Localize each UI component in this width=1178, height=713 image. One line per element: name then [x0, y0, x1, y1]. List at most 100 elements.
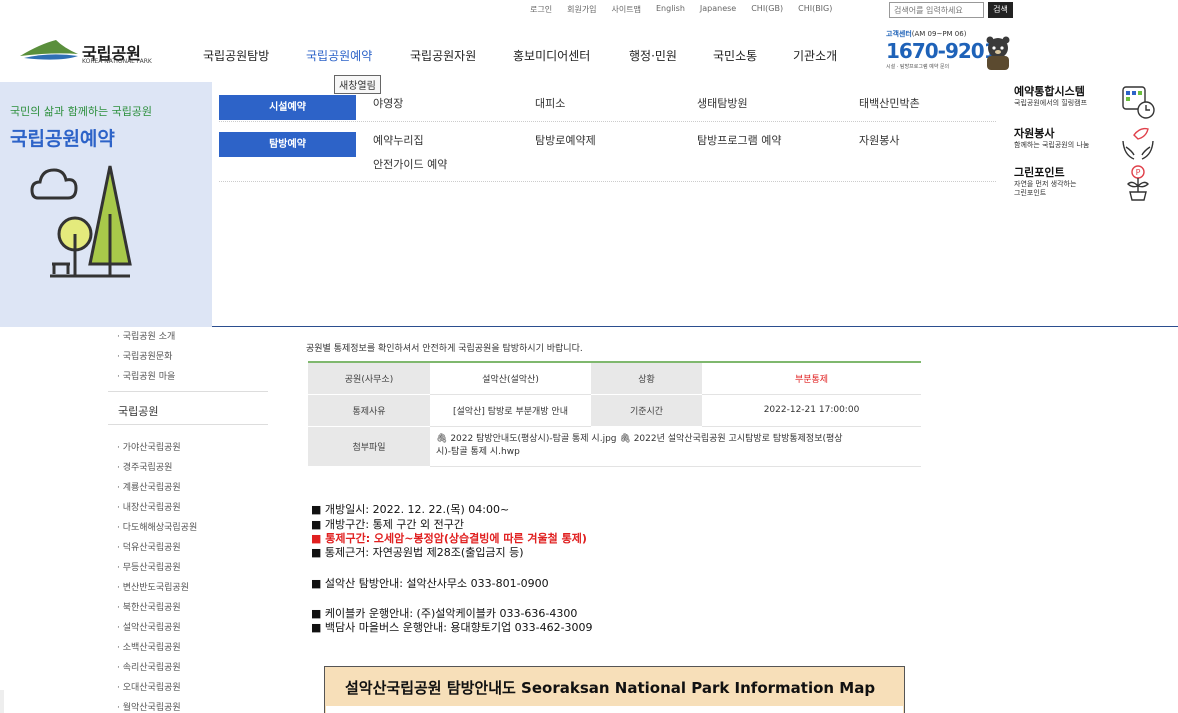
category-facility-button[interactable]: 시설예약 [219, 95, 356, 120]
nav-resources[interactable]: 국립공원자원 [410, 47, 513, 64]
side-link-reservation-system[interactable]: 예약통합시스템 국립공원에서의 힐링캠프 [1014, 83, 1164, 119]
page: 로그인 회원가입 사이트맵 English Japanese CHI(GB) C… [0, 0, 1178, 713]
sidebar-park-item[interactable]: · 경주국립공원 [117, 460, 172, 473]
nav-media[interactable]: 홍보미디어센터 [513, 47, 629, 64]
map-area [326, 706, 903, 713]
sidebar-park-item[interactable]: · 다도해해상국립공원 [117, 520, 197, 533]
table-row: 통제사유 [설악산] 탐방로 부분개방 안내 기준시간 2022-12-21 1… [308, 394, 921, 427]
table-row: 첨부파일 🖇 2022 탐방안내도(평상시)-탐골 통제 시.jpg 🖇 202… [308, 426, 921, 467]
menu-program-reservation[interactable]: 탐방프로그램 예약 [697, 132, 781, 148]
notice-line: ■ 설악산 탐방안내: 설악산사무소 033-801-0900 [311, 577, 549, 590]
hands-leaf-icon [1122, 127, 1154, 160]
search-button[interactable]: 검색 [988, 2, 1013, 18]
sidebar-park-item[interactable]: · 오대산국립공원 [117, 680, 181, 693]
japanese-link[interactable]: Japanese [700, 4, 736, 15]
nav-tamban[interactable]: 국립공원탐방 [203, 47, 306, 64]
side-link-green-point[interactable]: 그린포인트 자연을 먼저 생각하는 그린포인트 P [1014, 164, 1164, 201]
paperclip-icon: 🖇 [436, 434, 448, 444]
attachment-link-cont[interactable]: 시)-탐골 통제 시.hwp [436, 447, 520, 457]
utility-bar: 로그인 회원가입 사이트맵 English Japanese CHI(GB) C… [0, 0, 1178, 20]
svg-text:P: P [1136, 168, 1141, 177]
tree-cloud-illustration-icon [30, 165, 132, 278]
control-info-table: 공원(사무소) 설악산(설악산) 상황 부분통제 통제사유 [설악산] 탐방로 … [308, 361, 921, 467]
chi-big-link[interactable]: CHI(BIG) [798, 4, 832, 15]
menu-eco-center[interactable]: 생태탐방원 [697, 95, 748, 111]
category-tour-button[interactable]: 탐방예약 [219, 132, 356, 157]
notice-line: ■ 개방일시: 2022. 12. 22.(목) 04:00~ [311, 503, 510, 516]
notice-line-restricted: ■ 통제구간: 오세암~봉정암(상습결빙에 따른 겨울철 통제) [311, 532, 587, 545]
table-label: 공원(사무소) [308, 362, 430, 395]
side-link-volunteer[interactable]: 자원봉사 함께하는 국립공원의 나눔 [1014, 125, 1164, 160]
sidebar-item-park-culture[interactable]: · 국립공원문화 [117, 349, 172, 362]
sidebar-heading[interactable]: 국립공원 [108, 391, 268, 425]
join-link[interactable]: 회원가입 [567, 4, 596, 15]
search-input[interactable] [889, 2, 984, 18]
main-nav: 국립공원탐방 국립공원예약 국립공원자원 홍보미디어센터 행정·민원 국민소통 … [203, 47, 837, 64]
notice-line: ■ 개방구간: 통제 구간 외 전구간 [311, 518, 465, 531]
row-divider [219, 121, 996, 122]
attachments-cell: 🖇 2022 탐방안내도(평상시)-탐골 통제 시.jpg 🖇 2022년 설악… [430, 426, 921, 467]
sidebar-park-item[interactable]: · 월악산국립공원 [117, 700, 181, 713]
utility-links: 로그인 회원가입 사이트맵 English Japanese CHI(GB) C… [530, 4, 832, 15]
paperclip-icon: 🖇 [619, 434, 631, 444]
sidebar-park-item[interactable]: · 무등산국립공원 [117, 560, 181, 573]
logo-subtitle: KOREA NATIONAL PARK [82, 58, 152, 65]
menu-reservation-site[interactable]: 예약누리집 [373, 132, 424, 148]
customer-center: 고객센터(AM 09~PM 06) 1670-9201 시설 · 탐방프로그램 … [886, 29, 998, 70]
table-label: 첨부파일 [308, 426, 430, 467]
menu-campground[interactable]: 야영장 [373, 95, 403, 111]
table-value: 설악산(설악산) [430, 362, 591, 395]
nav-admin[interactable]: 행정·민원 [629, 47, 713, 64]
sitemap-link[interactable]: 사이트맵 [612, 4, 641, 15]
menu-volunteer[interactable]: 자원봉사 [859, 132, 899, 148]
new-window-tooltip: 새창열림 [334, 75, 381, 94]
table-value: [설악산] 탐방로 부분개방 안내 [430, 394, 591, 427]
mega-menu-panel: 국민의 삶과 함께하는 국립공원 국립공원예약 [0, 82, 212, 327]
plant-pot-icon: P [1127, 165, 1149, 201]
menu-trail-reservation[interactable]: 탐방로예약제 [535, 132, 596, 148]
sidebar-park-item[interactable]: · 설악산국립공원 [117, 620, 181, 633]
edge-marker [0, 690, 4, 713]
attachment-link[interactable]: 2022년 설악산국립공원 고시탐방로 탐방통제정보(평상 [634, 434, 843, 444]
english-link[interactable]: English [656, 4, 685, 15]
menu-safety-guide[interactable]: 안전가이드 예약 [373, 156, 447, 172]
notice-line: ■ 통제근거: 자연공원법 제28조(출입금지 등) [311, 546, 524, 559]
nav-reservation[interactable]: 국립공원예약 [306, 47, 410, 64]
status-value: 부분통제 [702, 362, 921, 395]
mega-title: 국립공원예약 [10, 128, 115, 150]
sidebar-park-item[interactable]: · 소백산국립공원 [117, 640, 181, 653]
calendar-clock-icon [1122, 86, 1155, 119]
notice-line: ■ 케이블카 운행안내: (주)설악케이블카 033-636-4300 [311, 607, 578, 620]
row-divider [219, 181, 996, 182]
cs-phone: 1670-9201 [886, 39, 998, 63]
table-label: 기준시간 [591, 394, 702, 427]
sidebar-park-item[interactable]: · 계룡산국립공원 [117, 480, 181, 493]
login-link[interactable]: 로그인 [530, 4, 552, 15]
table-row: 공원(사무소) 설악산(설악산) 상황 부분통제 [308, 362, 921, 395]
sidebar-park-item[interactable]: · 내장산국립공원 [117, 500, 181, 513]
nav-communication[interactable]: 국민소통 [713, 47, 793, 64]
sidebar-park-item[interactable]: · 덕유산국립공원 [117, 540, 181, 553]
table-value: 2022-12-21 17:00:00 [702, 394, 921, 427]
sidebar-park-item[interactable]: · 북한산국립공원 [117, 600, 181, 613]
sidebar-park-item[interactable]: · 속리산국립공원 [117, 660, 181, 673]
bear-mascot-icon [986, 36, 1010, 70]
attachment-link[interactable]: 2022 탐방안내도(평상시)-탐골 통제 시.jpg [450, 434, 616, 444]
sidebar-item-park-village[interactable]: · 국립공원 마을 [117, 369, 175, 382]
sidebar-park-item[interactable]: · 가야산국립공원 [117, 440, 181, 453]
table-label: 통제사유 [308, 394, 430, 427]
chi-gb-link[interactable]: CHI(GB) [751, 4, 783, 15]
nav-about[interactable]: 기관소개 [793, 47, 837, 64]
notice-line: ■ 백담사 마을버스 운행안내: 용대향토기업 033-462-3009 [311, 621, 593, 634]
cs-title: 고객센터 [886, 30, 912, 38]
cs-note: 시설 · 탐방프로그램 예약 문의 [886, 64, 950, 70]
table-label: 상황 [591, 362, 702, 395]
cs-hours: (AM 09~PM 06) [911, 30, 967, 38]
mega-menu: 국민의 삶과 함께하는 국립공원 국립공원예약 시설예약 탐방예약 야영장 대피… [0, 82, 1178, 327]
sidebar-park-item[interactable]: · 변산반도국립공원 [117, 580, 189, 593]
intro-text: 공원별 통제정보를 확인하셔서 안전하게 국립공원을 탐방하시기 바랍니다. [306, 344, 583, 354]
menu-shelter[interactable]: 대피소 [535, 95, 565, 111]
mega-subtitle: 국민의 삶과 함께하는 국립공원 [10, 105, 153, 118]
menu-taebaek-lodge[interactable]: 태백산민박촌 [859, 95, 920, 111]
sidebar-item-park-intro[interactable]: · 국립공원 소개 [117, 329, 175, 342]
